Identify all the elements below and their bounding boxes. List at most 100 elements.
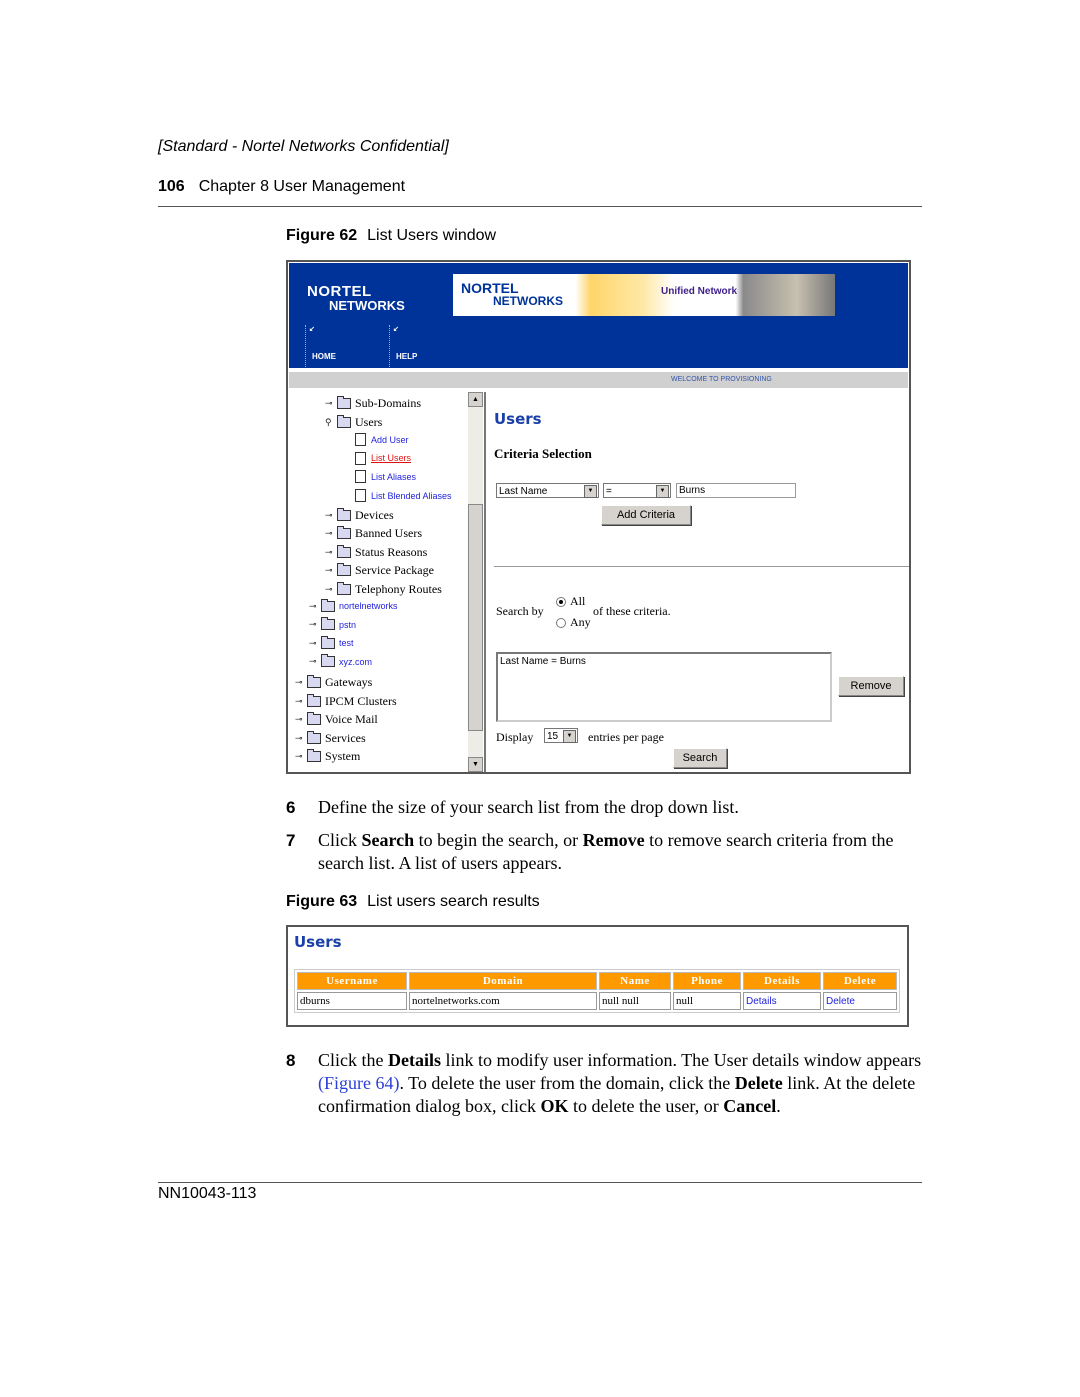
- column-header: Details: [743, 972, 821, 990]
- scroll-down-button[interactable]: ▼: [468, 757, 483, 772]
- tree-item-label[interactable]: Add User: [371, 435, 409, 445]
- collapsed-node-icon[interactable]: ⊸: [309, 656, 319, 667]
- tree-item-label[interactable]: Devices: [355, 508, 394, 523]
- tree-item[interactable]: ⊸ System: [295, 749, 360, 764]
- chapter-heading: 106 Chapter 8 User Management: [158, 178, 405, 196]
- collapsed-node-icon[interactable]: ⊸: [309, 601, 319, 612]
- tree-item[interactable]: ⊸ nortelnetworks: [309, 598, 398, 612]
- column-header: Domain: [409, 972, 597, 990]
- nav-home-label: HOME: [312, 352, 336, 361]
- tree-item[interactable]: ⊸ Voice Mail: [295, 712, 378, 727]
- radio-any[interactable]: Any: [556, 615, 591, 630]
- collapsed-node-icon[interactable]: ⊸: [295, 714, 305, 725]
- criteria-heading: Criteria Selection: [494, 446, 592, 461]
- tree-item-label[interactable]: Voice Mail: [325, 712, 378, 727]
- step-text: Click the Details link to modify user in…: [318, 1050, 922, 1116]
- radio-any-button[interactable]: [556, 618, 566, 629]
- collapsed-node-icon[interactable]: ⊸: [325, 398, 335, 409]
- collapsed-node-icon[interactable]: ⊸: [325, 547, 335, 558]
- bold-term: Search: [361, 830, 415, 850]
- criteria-list-item[interactable]: Last Name = Burns: [500, 656, 828, 667]
- tree-item-label[interactable]: List Users: [371, 453, 411, 463]
- remove-button[interactable]: Remove: [838, 676, 904, 696]
- tree-item-label[interactable]: pstn: [339, 620, 356, 630]
- header-rule: [158, 206, 922, 207]
- tree-item[interactable]: List Users: [355, 451, 411, 465]
- tree-item[interactable]: ⊸ Sub-Domains: [325, 396, 421, 411]
- tree-item[interactable]: ⊸ Gateways: [295, 675, 372, 690]
- collapsed-node-icon[interactable]: ⊸: [295, 751, 305, 762]
- scroll-thumb[interactable]: [468, 504, 483, 731]
- collapsed-node-icon[interactable]: ⊸: [325, 584, 335, 595]
- tree-item[interactable]: List Blended Aliases: [355, 489, 452, 502]
- expanded-node-icon[interactable]: ⚲: [325, 417, 335, 428]
- collapsed-node-icon[interactable]: ⊸: [295, 696, 305, 707]
- tree-item[interactable]: ⊸ Service Package: [325, 563, 434, 578]
- tree-item-label[interactable]: Gateways: [325, 675, 372, 690]
- tree-item[interactable]: ⊸ IPCM Clusters: [295, 693, 397, 709]
- collapsed-node-icon[interactable]: ⊸: [295, 733, 305, 744]
- logo-line1: NORTEL: [307, 283, 372, 300]
- nav-help[interactable]: ↙ HELP: [389, 325, 417, 367]
- collapsed-node-icon[interactable]: ⊸: [325, 510, 335, 521]
- tree-item-label[interactable]: Telephony Routes: [355, 582, 442, 597]
- confidential-notice: [Standard - Nortel Networks Confidential…: [158, 138, 449, 155]
- field-select[interactable]: Last Name ▼: [496, 483, 599, 498]
- tree-item-label[interactable]: Banned Users: [355, 526, 422, 541]
- tree-item-label[interactable]: IPCM Clusters: [325, 694, 397, 709]
- tree-item[interactable]: ⚲ Users: [325, 414, 382, 430]
- operator-select[interactable]: = ▼: [603, 483, 671, 498]
- add-criteria-button[interactable]: Add Criteria: [601, 505, 691, 525]
- collapsed-node-icon[interactable]: ⊸: [309, 619, 319, 630]
- entries-select-value: 15: [547, 731, 559, 742]
- tree-item-label[interactable]: Users: [355, 415, 382, 430]
- step-number: 6: [286, 798, 296, 817]
- tree-item[interactable]: ⊸ Banned Users: [325, 526, 422, 541]
- radio-all-button[interactable]: [556, 597, 566, 608]
- cell-username: dburns: [297, 992, 407, 1010]
- list-users-window: NORTEL NETWORKS NORTEL NETWORKS Unified …: [286, 260, 911, 774]
- tree-item[interactable]: ⊸ Telephony Routes: [325, 582, 442, 597]
- folder-icon: [321, 598, 335, 612]
- tree-item[interactable]: ⊸ Services: [295, 730, 366, 746]
- delete-link[interactable]: Delete: [823, 992, 897, 1010]
- entries-per-page-select[interactable]: 15 ▼: [544, 728, 578, 743]
- radio-all[interactable]: All: [556, 594, 585, 609]
- tree-item-label[interactable]: Services: [325, 731, 366, 746]
- tree-item[interactable]: ⊸ pstn: [309, 617, 356, 631]
- tree-item-label[interactable]: test: [339, 638, 354, 648]
- cell-name: null null: [599, 992, 671, 1010]
- figure-label: Figure 62: [286, 227, 358, 244]
- tree-item-label[interactable]: List Blended Aliases: [371, 491, 452, 501]
- tree-item[interactable]: ⊸ Status Reasons: [325, 544, 427, 560]
- collapsed-node-icon[interactable]: ⊸: [309, 638, 319, 649]
- figure-xref-link[interactable]: (Figure 64): [318, 1073, 399, 1093]
- tree-item-label[interactable]: Sub-Domains: [355, 396, 421, 411]
- folder-icon: [307, 693, 321, 707]
- collapsed-node-icon[interactable]: ⊸: [325, 565, 335, 576]
- collapsed-node-icon[interactable]: ⊸: [325, 528, 335, 539]
- tree-item-label[interactable]: Status Reasons: [355, 545, 427, 560]
- criteria-list[interactable]: Last Name = Burns: [496, 652, 832, 722]
- operator-select-value: =: [606, 486, 612, 497]
- collapsed-node-icon[interactable]: ⊸: [295, 677, 305, 688]
- scroll-up-button[interactable]: ▲: [468, 392, 483, 407]
- column-header: Username: [297, 972, 407, 990]
- tree-item[interactable]: ⊸ Devices: [325, 507, 394, 523]
- search-button[interactable]: Search: [673, 748, 727, 768]
- tree-item[interactable]: ⊸ test: [309, 635, 354, 649]
- tree-item-label[interactable]: nortelnetworks: [339, 601, 398, 611]
- tree-item-label[interactable]: System: [325, 749, 360, 764]
- tree-scrollbar[interactable]: ▲ ▼: [468, 392, 483, 772]
- tree-item[interactable]: Add User: [355, 433, 409, 447]
- tree-item[interactable]: ⊸ xyz.com: [309, 654, 372, 668]
- tree-item[interactable]: List Aliases: [355, 470, 416, 484]
- welcome-bar: WELCOME TO PROVISIONING: [289, 372, 908, 388]
- tree-item-label[interactable]: xyz.com: [339, 657, 372, 667]
- details-link[interactable]: Details: [743, 992, 821, 1010]
- value-input[interactable]: Burns: [676, 483, 796, 498]
- nortel-logo: NORTEL NETWORKS: [307, 283, 405, 313]
- tree-item-label[interactable]: Service Package: [355, 563, 434, 578]
- nav-home[interactable]: ↙ HOME: [305, 325, 336, 367]
- tree-item-label[interactable]: List Aliases: [371, 472, 416, 482]
